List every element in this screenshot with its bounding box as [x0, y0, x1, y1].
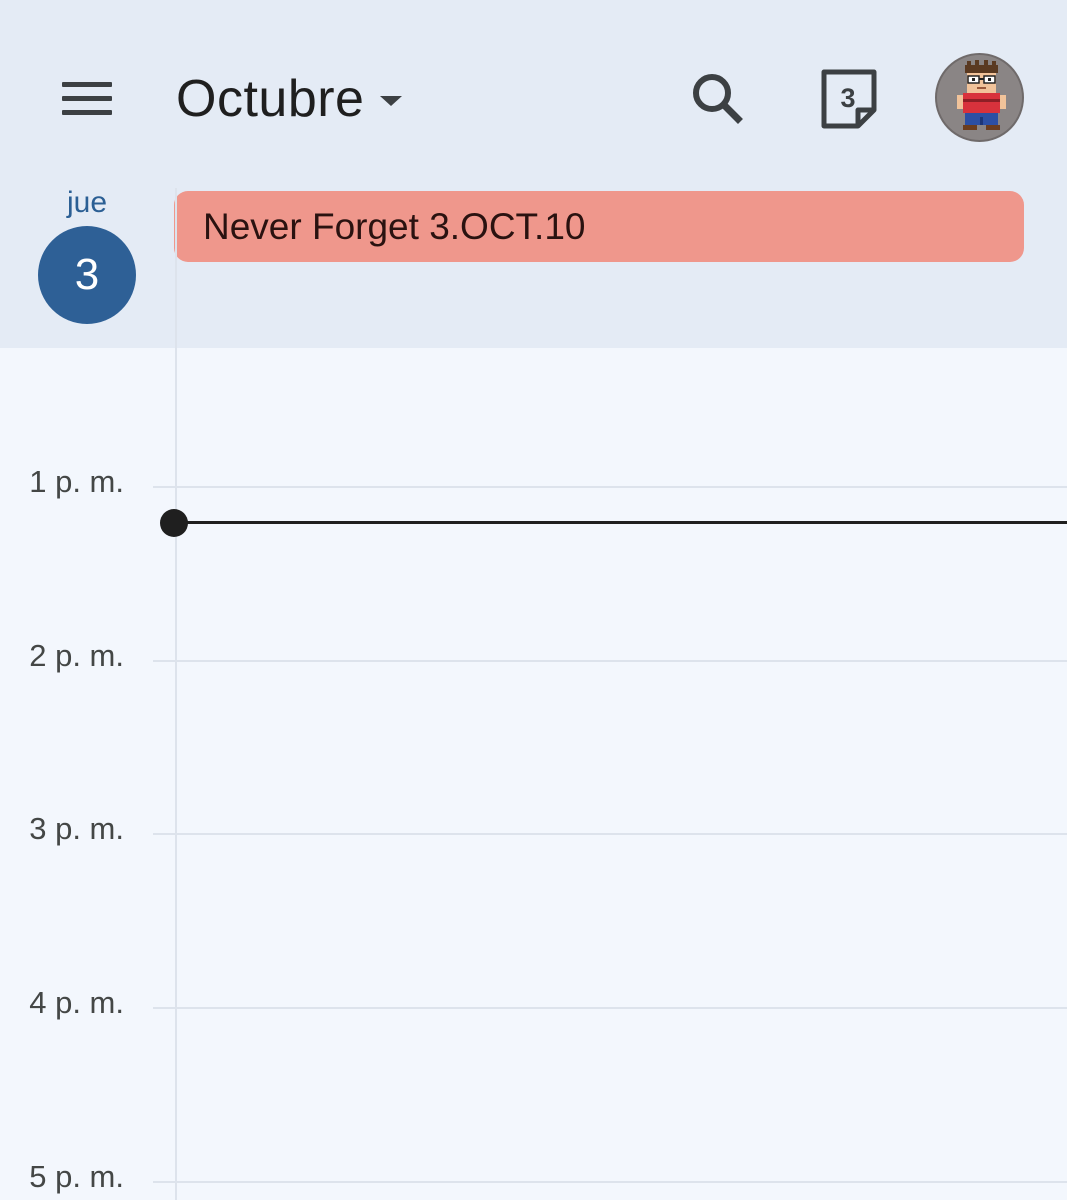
hour-gridline [153, 1007, 1067, 1009]
current-time-dot [160, 509, 188, 537]
calendar-app: Octubre 3 jue 3 Never Forget 3.OCT.10 1 … [0, 0, 1067, 1200]
hour-row: 4 p. m. [0, 985, 1067, 1020]
hour-gridline [153, 1181, 1067, 1183]
weekday-label: jue [66, 186, 108, 219]
hour-gridline [153, 660, 1067, 662]
hour-label: 3 p. m. [29, 811, 124, 846]
hour-gridline [153, 833, 1067, 835]
calendar-header: Octubre 3 jue 3 Never Forget 3.OCT.10 [0, 0, 1067, 348]
search-button[interactable] [680, 62, 754, 136]
hour-label: 5 p. m. [29, 1159, 124, 1194]
hamburger-menu-icon [62, 81, 112, 87]
search-icon [693, 74, 743, 124]
pixel-character-avatar-icon [957, 60, 1006, 130]
today-button[interactable]: 3 [810, 62, 886, 138]
hour-row: 1 p. m. [0, 464, 1067, 499]
event-title: Never Forget 3.OCT.10 [203, 205, 586, 247]
hour-row: 5 p. m. [0, 1159, 1067, 1194]
current-time-line [174, 521, 1067, 524]
caret-down-icon [380, 96, 403, 106]
day-number-badge[interactable]: 3 [38, 226, 136, 324]
hour-label: 4 p. m. [29, 985, 124, 1020]
day-column-divider [175, 188, 177, 1200]
account-avatar[interactable] [935, 53, 1024, 142]
main-menu-button[interactable] [50, 70, 124, 126]
hour-gridline [153, 486, 1067, 488]
hour-row: 3 p. m. [0, 811, 1067, 846]
hour-label: 1 p. m. [29, 464, 124, 499]
day-time-grid[interactable]: 1 p. m. 2 p. m. 3 p. m. 4 p. m. 5 p. m. [0, 188, 1067, 1200]
today-date-number: 3 [840, 82, 856, 113]
hour-row: 2 p. m. [0, 638, 1067, 673]
hour-label: 2 p. m. [29, 638, 124, 673]
month-title: Octubre [176, 70, 365, 128]
all-day-event-chip[interactable]: Never Forget 3.OCT.10 [174, 191, 1024, 262]
month-selector[interactable]: Octubre [176, 64, 403, 134]
